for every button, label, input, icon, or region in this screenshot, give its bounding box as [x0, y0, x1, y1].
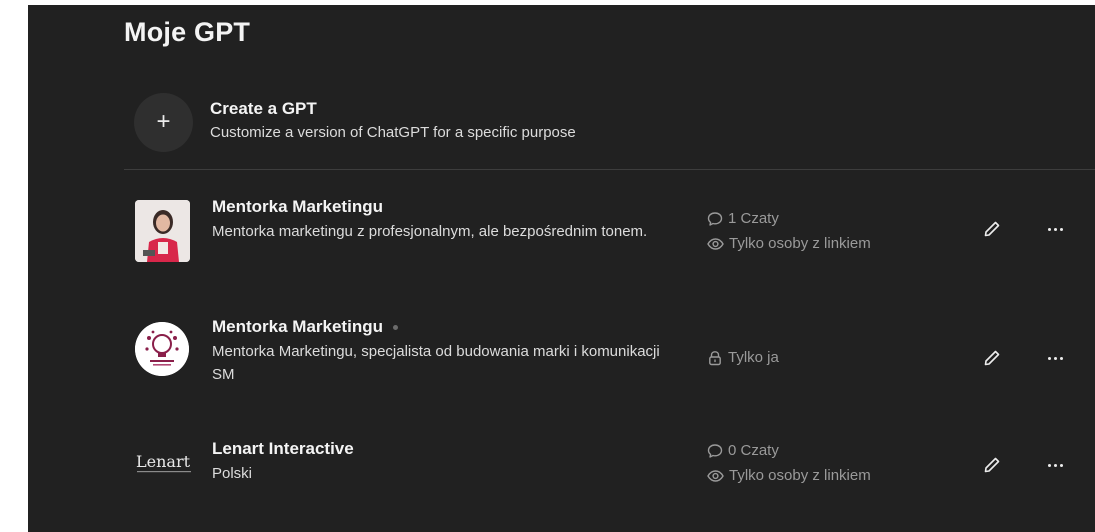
edit-button[interactable]: [980, 346, 1004, 370]
gpt-name-text: Mentorka Marketingu: [212, 317, 383, 336]
gpt-name: Mentorka Marketingu: [212, 197, 383, 216]
eye-icon: [707, 237, 724, 250]
gpt-row-mentorka-1[interactable]: Mentorka Marketingu Mentorka marketingu …: [124, 197, 1095, 287]
chat-count-text: 1 Czaty: [728, 210, 779, 227]
lenart-logo-avatar: Lenart: [135, 449, 195, 479]
gpt-name: Lenart Interactive: [212, 439, 354, 458]
more-dot: [1059, 227, 1063, 231]
more-dot: [1053, 463, 1057, 467]
lightbulb-logo-avatar: [135, 322, 189, 376]
edit-button[interactable]: [980, 217, 1004, 241]
more-options-button[interactable]: [1043, 453, 1067, 477]
edit-button[interactable]: [980, 453, 1004, 477]
chat-count: 1 Czaty: [707, 210, 779, 227]
visibility-status: Tylko osoby z linkiem: [707, 235, 871, 252]
page-title: Moje GPT: [124, 17, 251, 47]
more-dot: [1053, 227, 1057, 231]
gpt-description: Mentorka marketingu z profesjonalnym, al…: [212, 223, 648, 240]
photo-avatar: [135, 200, 190, 262]
visibility-status: Tylko ja: [707, 349, 779, 366]
divider: [124, 169, 1095, 170]
more-options-button[interactable]: [1043, 346, 1067, 370]
more-dot: [1047, 463, 1051, 467]
gpt-description: Mentorka Marketingu, specjalista od budo…: [212, 343, 660, 383]
lock-icon: [709, 350, 721, 365]
chat-bubble-icon: [707, 211, 723, 226]
create-gpt-button[interactable]: + Create a GPT Customize a version of Ch…: [134, 93, 1034, 153]
more-dot: [1047, 356, 1051, 360]
more-dot: [1053, 356, 1057, 360]
visibility-text: Tylko ja: [728, 349, 779, 366]
more-dot: [1059, 356, 1063, 360]
chat-count-text: 0 Czaty: [728, 442, 779, 459]
pencil-icon: [984, 350, 1000, 366]
visibility-text: Tylko osoby z linkiem: [729, 467, 871, 484]
lenart-logo-text: Lenart: [136, 452, 191, 471]
pencil-icon: [984, 457, 1000, 473]
gpt-name: Mentorka Marketingu: [212, 317, 398, 337]
visibility-status: Tylko osoby z linkiem: [707, 467, 871, 484]
create-gpt-description: Customize a version of ChatGPT for a spe…: [210, 124, 576, 141]
more-dot: [1059, 463, 1063, 467]
visibility-text: Tylko osoby z linkiem: [729, 235, 871, 252]
create-gpt-title: Create a GPT: [210, 99, 317, 118]
gpt-row-mentorka-2[interactable]: Mentorka Marketingu Mentorka Marketingu,…: [124, 317, 1095, 407]
status-dot: [392, 325, 398, 331]
gpt-description: Polski: [212, 465, 253, 482]
chat-bubble-icon: [707, 443, 723, 458]
more-dot: [1047, 227, 1051, 231]
gpt-row-lenart[interactable]: Lenart Lenart Interactive Polski 0 Czaty…: [124, 439, 1095, 529]
gpt-list-panel: Moje GPT + Create a GPT Customize a vers…: [28, 5, 1095, 532]
plus-icon: +: [134, 93, 193, 152]
eye-icon: [707, 469, 724, 482]
pencil-icon: [984, 221, 1000, 237]
more-options-button[interactable]: [1043, 217, 1067, 241]
chat-count: 0 Czaty: [707, 442, 779, 459]
